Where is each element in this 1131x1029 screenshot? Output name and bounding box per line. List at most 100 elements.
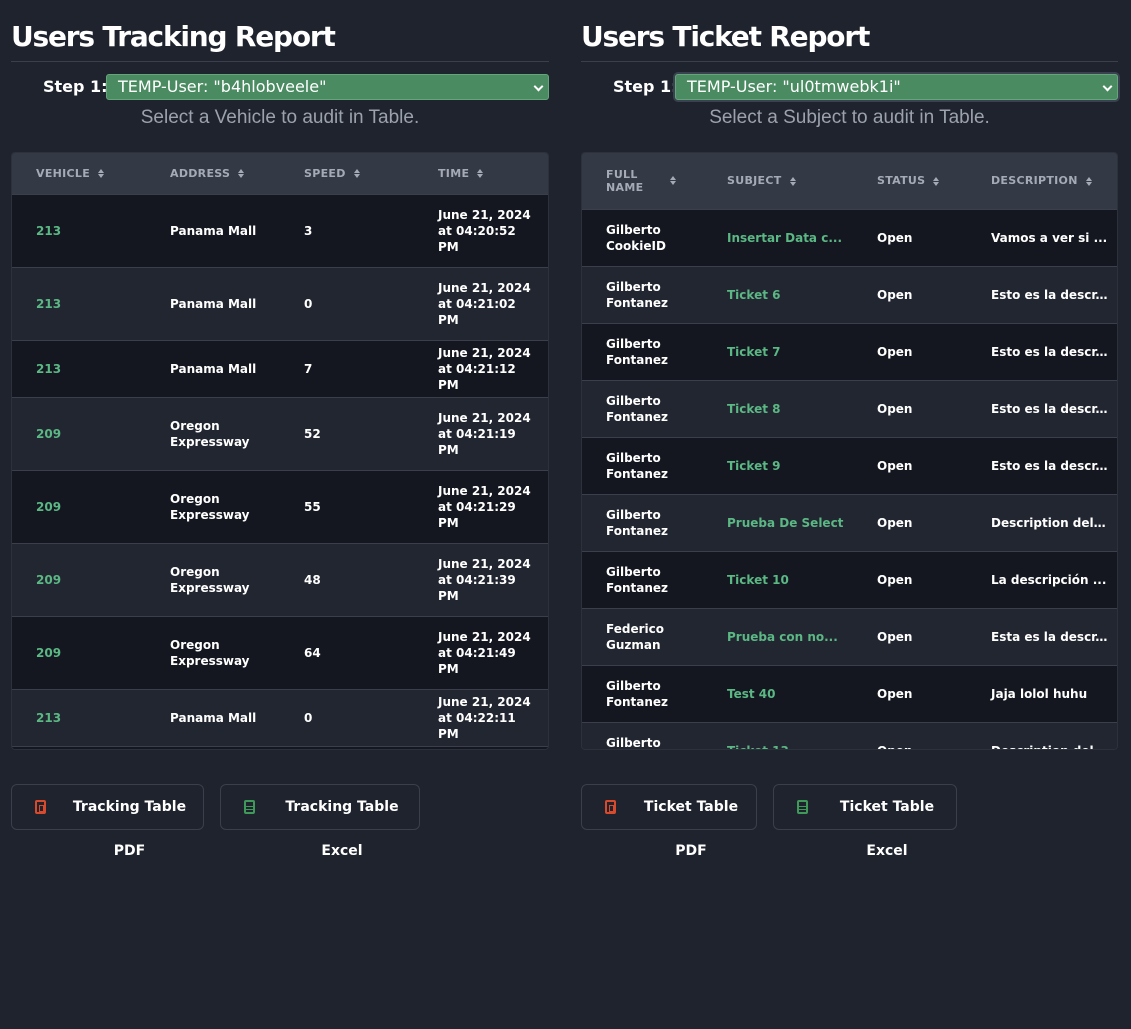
cell-subject[interactable]: Prueba con no... [703, 607, 853, 665]
cell-time: June 21, 2024 at 04:21:49 PM [414, 615, 548, 689]
table-row[interactable]: Gilberto Fontanez Ticket 6 Open Esto es la … [582, 265, 1117, 323]
tracking-pdf-button-label: Tracking Table PDF [72, 799, 187, 859]
table-row[interactable]: Gilberto Fontanez Test 40 Open Jaja lolol h… [582, 664, 1117, 722]
tracking-pdf-button[interactable]: Tracking Table PDF [11, 784, 204, 859]
table-row[interactable]: Gilberto Fontanez Ticket 9 Open Esto es la … [582, 436, 1117, 494]
cell-time: June 21, 2024 at 04:21:02 PM [414, 266, 548, 340]
table-row[interactable]: Gilberto Fontanez Ticket 8 Open Esto es la … [582, 379, 1117, 437]
cell-time: June 21, 2024 at 04:21:29 PM [414, 469, 548, 543]
cell-vehicle: 209 [12, 396, 146, 470]
cell-address: Panama Mall [146, 266, 280, 340]
file-excel-icon [797, 800, 808, 814]
cell-subject[interactable]: Ticket 13 [703, 721, 853, 749]
cell-name: Gilberto Fontanez [582, 436, 703, 494]
chevron-down-icon [1102, 81, 1113, 92]
column-header-description[interactable]: Description [967, 153, 1117, 209]
column-header-subject[interactable]: Subject [703, 153, 853, 209]
column-header-vehicle[interactable]: Vehicle [12, 153, 146, 194]
table-row[interactable]: Gilberto Fontanez Prueba De Select Open Des… [582, 493, 1117, 551]
cell-vehicle: 213 [12, 339, 146, 397]
cell-subject[interactable]: Test 40 [703, 664, 853, 722]
tracking-table-body: 213 Panama Mall 3 June 21, 2024 at 04:20:52… [12, 193, 548, 749]
cell-speed: 64 [280, 615, 414, 689]
ticket-pdf-button[interactable]: Ticket Table PDF [581, 784, 757, 859]
cell-name: Gilberto Fontanez [582, 322, 703, 380]
ticket-user-select-value: TEMP-User: "ul0tmwebk1i" [687, 77, 901, 96]
cell-subject[interactable]: Ticket 9 [703, 436, 853, 494]
tracking-table: Vehicle Address Speed Time 213 Panama Mal… [12, 153, 548, 749]
table-row[interactable]: 213 Panama Mall 0 June 21, 2024 at 04:21:02… [12, 266, 548, 340]
ticket-table: Full Name Subject Status Description Gil… [582, 153, 1117, 749]
tracking-report-title: Users Tracking Report [11, 0, 549, 62]
table-row[interactable]: Gilberto Fontanez Ticket 10 Open La descrip… [582, 550, 1117, 608]
sort-icon [353, 169, 360, 179]
cell-name: Gilberto Fontanez [582, 721, 703, 749]
cell-speed: 3 [280, 193, 414, 267]
column-header-status[interactable]: Status [853, 153, 967, 209]
ticket-table-header: Full Name Subject Status Description [582, 153, 1117, 209]
table-row[interactable]: Gilberto CookieID Insertar Data c... Open V… [582, 208, 1117, 266]
cell-speed: 0 [280, 688, 414, 746]
sort-icon [98, 169, 105, 179]
table-row[interactable]: Gilberto FontanezTicket 13OpenDescriptio… [582, 721, 1117, 749]
table-row[interactable]: Gilberto Fontanez Ticket 7 Open Esto es la … [582, 322, 1117, 380]
ticket-user-select[interactable]: TEMP-User: "ul0tmwebk1i" [675, 74, 1118, 100]
cell-name: Gilberto Fontanez [582, 265, 703, 323]
tracking-table-header: Vehicle Address Speed Time [12, 153, 548, 194]
cell-address: Panama Mall [146, 339, 280, 397]
table-row[interactable]: 209 Oregon Expressway 48 June 21, 2024 at 0… [12, 542, 548, 616]
table-row [12, 745, 548, 749]
column-header-address[interactable]: Address [146, 153, 280, 194]
tracking-excel-button[interactable]: Tracking Table Excel [220, 784, 420, 859]
cell-time: June 21, 2024 at 04:22:11 PM [414, 688, 548, 746]
ticket-excel-button[interactable]: Ticket Table Excel [773, 784, 957, 859]
cell-subject[interactable]: Ticket 10 [703, 550, 853, 608]
cell-subject[interactable]: Ticket 7 [703, 322, 853, 380]
table-row[interactable]: 209 Oregon Expressway 52 June 21, 2024 at 0… [12, 396, 548, 470]
table-row[interactable]: 209 Oregon Expressway 64 June 21, 2024 at 0… [12, 615, 548, 689]
cell-status: Open [853, 322, 967, 380]
cell-address: Oregon Expressway [146, 542, 280, 616]
cell-empty [12, 745, 146, 749]
table-row[interactable]: 213 Panama Mall 7 June 21, 2024 at 04:21:12… [12, 339, 548, 397]
cell-empty [414, 745, 548, 749]
table-row[interactable]: 213 Panama Mall 3 June 21, 2024 at 04:20:52… [12, 193, 548, 267]
cell-subject[interactable]: Ticket 6 [703, 265, 853, 323]
cell-vehicle: 213 [12, 266, 146, 340]
cell-vehicle: 209 [12, 469, 146, 543]
table-row[interactable]: 213 Panama Mall 0 June 21, 2024 at 04:22:11… [12, 688, 548, 746]
cell-subject[interactable]: Ticket 8 [703, 379, 853, 437]
column-header-full-name[interactable]: Full Name [582, 153, 703, 209]
tracking-user-select-value: TEMP-User: "b4hlobveele" [118, 77, 327, 96]
cell-description: Jaja lolol huhu [967, 664, 1117, 722]
file-pdf-icon [605, 800, 616, 814]
tracking-table-container[interactable]: Vehicle Address Speed Time 213 Panama Mal… [11, 152, 549, 750]
cell-subject[interactable]: Prueba De Select [703, 493, 853, 551]
column-header-speed[interactable]: Speed [280, 153, 414, 194]
ticket-hint: Select a Subject to audit in Table. [709, 107, 990, 128]
cell-status: Open [853, 550, 967, 608]
tracking-hint: Select a Vehicle to audit in Table. [140, 107, 420, 128]
file-excel-icon [244, 800, 255, 814]
sort-icon [670, 176, 676, 186]
table-row[interactable]: Federico Guzman Prueba con no... Open Esta … [582, 607, 1117, 665]
cell-name: Federico Guzman [582, 607, 703, 665]
cell-status: Open [853, 265, 967, 323]
ticket-excel-button-label: Ticket Table Excel [839, 799, 935, 859]
cell-vehicle: 209 [12, 615, 146, 689]
ticket-step-row: Step 1: TEMP-User: "ul0tmwebk1i" [581, 74, 1118, 112]
tracking-step-label: Step 1: [43, 77, 108, 96]
cell-subject[interactable]: Insertar Data c... [703, 208, 853, 266]
ticket-table-container[interactable]: Full Name Subject Status Description Gil… [581, 152, 1118, 750]
tracking-user-select[interactable]: TEMP-User: "b4hlobveele" [106, 74, 549, 100]
cell-address: Oregon Expressway [146, 615, 280, 689]
cell-status: Open [853, 664, 967, 722]
table-row[interactable]: 209 Oregon Expressway 55 June 21, 2024 at 0… [12, 469, 548, 543]
cell-description: Esto es la descr... [967, 322, 1117, 380]
tracking-report-panel: Users Tracking Report Step 1: TEMP-User:… [11, 0, 549, 859]
cell-description: Description del ... [967, 721, 1117, 749]
cell-name: Gilberto Fontanez [582, 550, 703, 608]
column-header-time[interactable]: Time [414, 153, 548, 194]
cell-description: Esto es la descr... [967, 379, 1117, 437]
cell-address: Oregon Expressway [146, 396, 280, 470]
